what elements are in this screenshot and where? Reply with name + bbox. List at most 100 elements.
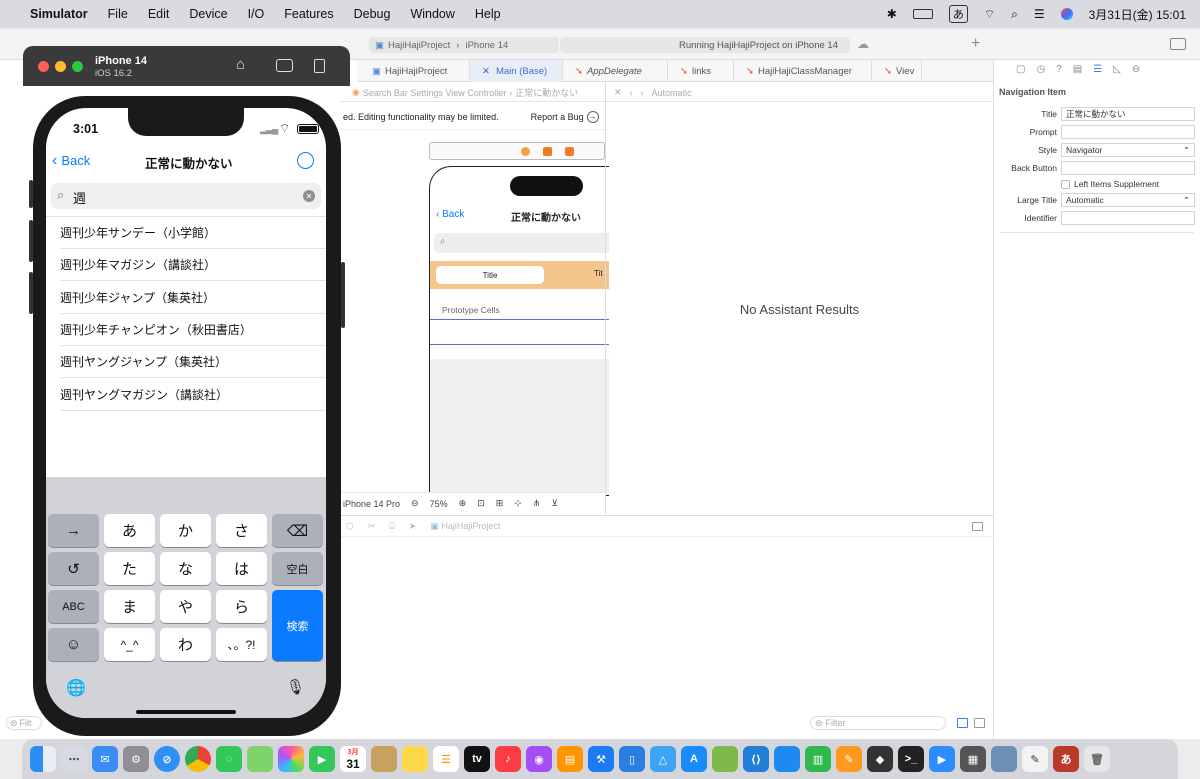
- key-face[interactable]: ^_^: [104, 628, 155, 661]
- tab-main-storyboard[interactable]: ✕ Main (Base): [470, 60, 563, 82]
- numbers-icon[interactable]: ▥: [805, 746, 831, 772]
- debug-area-toggle-icon[interactable]: [972, 522, 983, 531]
- key-ha[interactable]: は: [216, 552, 267, 585]
- reminders-icon[interactable]: ☰: [433, 746, 459, 772]
- close-icon[interactable]: ✕: [482, 66, 490, 77]
- identifier-field[interactable]: [1061, 211, 1195, 225]
- prototype-cell[interactable]: [430, 319, 609, 345]
- menu-device[interactable]: Device: [189, 7, 227, 21]
- photos-icon[interactable]: [278, 746, 304, 772]
- connections-icon[interactable]: ⊖: [1132, 64, 1140, 80]
- attributes-icon[interactable]: ☰: [1093, 64, 1102, 80]
- finder-icon[interactable]: [30, 746, 56, 772]
- key-abc[interactable]: ABC: [48, 590, 99, 623]
- key-na[interactable]: な: [160, 552, 211, 585]
- key-arrow-right[interactable]: →: [48, 514, 99, 547]
- embed-icon[interactable]: ⊻: [551, 498, 558, 509]
- history-icon[interactable]: ◷: [1036, 64, 1045, 80]
- apple-tv-icon[interactable]: tv: [464, 746, 490, 772]
- spotlight-icon[interactable]: ⌕: [1011, 7, 1018, 22]
- left-items-checkbox[interactable]: [1061, 179, 1070, 189]
- zoom-window-button[interactable]: [72, 61, 83, 72]
- podcasts-icon[interactable]: ◉: [526, 746, 552, 772]
- globe-keyboard-icon[interactable]: 🌐: [66, 678, 86, 698]
- volume-down-button[interactable]: [29, 272, 33, 314]
- key-emoji[interactable]: ☺: [48, 628, 99, 661]
- network-utility-icon[interactable]: △: [650, 746, 676, 772]
- github-desktop-icon[interactable]: ◆: [867, 746, 893, 772]
- segment-title-2[interactable]: Tit: [594, 269, 603, 278]
- report-bug-button[interactable]: Report a Bug →: [531, 110, 599, 123]
- facetime-icon[interactable]: ▶: [309, 746, 335, 772]
- canvas-back-button[interactable]: ‹ Back: [436, 209, 464, 220]
- align-icon[interactable]: ⊞: [496, 498, 504, 509]
- navigator-filter-field[interactable]: ⊜ Filt: [6, 716, 42, 730]
- app-store-icon[interactable]: A: [681, 746, 707, 772]
- device-config-label[interactable]: iPhone 14 Pro: [343, 499, 400, 509]
- inspector-toggle-icon[interactable]: [1170, 38, 1186, 50]
- prompt-field[interactable]: [1061, 125, 1195, 139]
- menu-file[interactable]: File: [108, 7, 128, 21]
- identity-icon[interactable]: ▤: [1073, 64, 1082, 80]
- scene-dock[interactable]: [429, 142, 605, 160]
- key-punctuation[interactable]: 、。?!: [216, 628, 267, 661]
- music-icon[interactable]: ♪: [495, 746, 521, 772]
- textedit-icon[interactable]: ✎: [1022, 746, 1048, 772]
- menu-window[interactable]: Window: [410, 7, 454, 21]
- simulator-icon[interactable]: ▯: [619, 746, 645, 772]
- screenshot-icon[interactable]: [276, 59, 293, 72]
- help-icon[interactable]: ?: [1056, 64, 1062, 80]
- left-panel-toggle-icon[interactable]: [957, 718, 968, 728]
- pages-icon[interactable]: ✎: [836, 746, 862, 772]
- inspector-divider[interactable]: [993, 60, 994, 739]
- exit-icon[interactable]: [565, 147, 574, 156]
- menu-help[interactable]: Help: [475, 7, 501, 21]
- title-field[interactable]: 正常に動かない: [1061, 107, 1195, 121]
- calculator-icon[interactable]: ▦: [960, 746, 986, 772]
- key-space[interactable]: 空白: [272, 552, 323, 585]
- search-key[interactable]: 検索: [272, 590, 323, 661]
- globe-icon[interactable]: [297, 152, 314, 169]
- menu-debug[interactable]: Debug: [354, 7, 391, 21]
- tab-links[interactable]: ➘ links: [668, 60, 734, 82]
- action-button[interactable]: [29, 180, 33, 208]
- volume-up-button[interactable]: [29, 220, 33, 262]
- back-arrow-icon[interactable]: ‹: [630, 88, 633, 98]
- clear-search-icon[interactable]: ✕: [303, 190, 315, 202]
- nav-back-button[interactable]: ‹ Back: [52, 152, 90, 170]
- memory-graph-icon[interactable]: ✂: [368, 521, 376, 532]
- menu-edit[interactable]: Edit: [148, 7, 170, 21]
- zoom-in-icon[interactable]: ⊕: [459, 498, 467, 509]
- view-debugger-icon[interactable]: ⬡: [346, 521, 354, 532]
- tab-class-manager[interactable]: ➘ HajiHajiClassManager: [734, 60, 872, 82]
- file-inspector-icon[interactable]: ▢: [1016, 64, 1025, 80]
- menu-features[interactable]: Features: [284, 7, 333, 21]
- menu-app-name[interactable]: Simulator: [30, 7, 88, 21]
- terminal-icon[interactable]: >_: [898, 746, 924, 772]
- microphone-icon[interactable]: 🎙: [286, 678, 305, 696]
- first-responder-icon[interactable]: [521, 147, 530, 156]
- key-ka[interactable]: か: [160, 514, 211, 547]
- resolve-issues-icon[interactable]: ⋔: [533, 498, 541, 509]
- list-item[interactable]: 週刊少年マガジン（講談社）: [60, 249, 326, 281]
- books-icon[interactable]: ▤: [557, 746, 583, 772]
- key-wa[interactable]: わ: [160, 628, 211, 661]
- rotate-icon[interactable]: [314, 59, 325, 73]
- control-center-icon[interactable]: ☰: [1034, 7, 1045, 21]
- location-icon[interactable]: ➤: [409, 521, 417, 532]
- bluetooth-icon[interactable]: ✱: [887, 7, 897, 21]
- add-icon[interactable]: +: [971, 35, 980, 53]
- search-bar[interactable]: ⌕ 週 ✕: [51, 183, 321, 209]
- key-ma[interactable]: ま: [104, 590, 155, 623]
- back-button-field[interactable]: [1061, 161, 1195, 175]
- minimize-window-button[interactable]: [55, 61, 66, 72]
- delete-key[interactable]: ⌫: [272, 514, 323, 547]
- side-button[interactable]: [341, 262, 345, 328]
- right-panel-toggle-icon[interactable]: [974, 718, 985, 728]
- messages-icon[interactable]: ◌: [216, 746, 242, 772]
- chrome-icon[interactable]: [185, 746, 211, 772]
- scheme-selector[interactable]: ▣ HajiHajiProject › iPhone 14: [369, 37, 559, 53]
- battery-icon[interactable]: [912, 9, 933, 19]
- editor-divider[interactable]: [605, 82, 606, 514]
- bottom-filter-field[interactable]: ⊜ Filter: [810, 716, 946, 730]
